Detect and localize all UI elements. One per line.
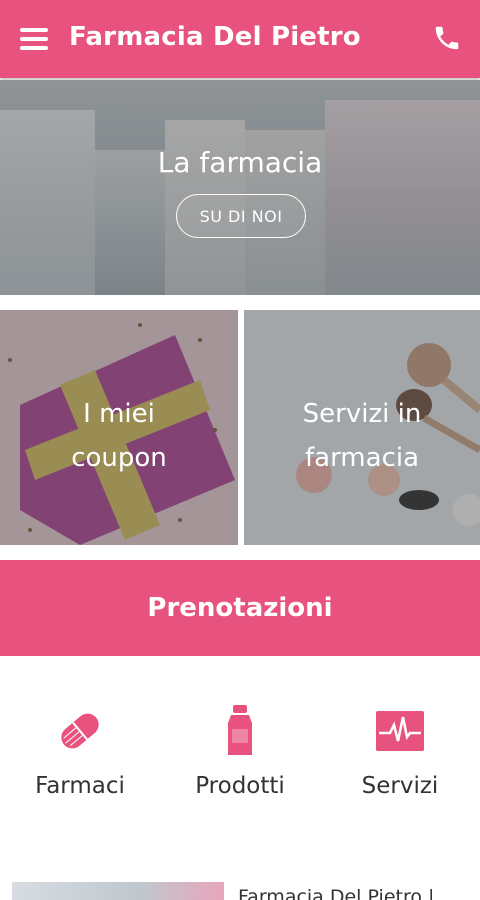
services-label-line2: farmacia — [304, 443, 420, 473]
pill-icon — [15, 705, 145, 757]
bookings-button[interactable]: Prenotazioni — [0, 560, 480, 656]
phone-icon[interactable] — [432, 22, 462, 54]
services-tile-label: Servizi in farmacia — [244, 392, 480, 480]
coupon-tile-label: I miei coupon — [0, 392, 238, 480]
news-card[interactable]: Farmacia Del Pietro | — [12, 882, 468, 900]
hamburger-menu-icon[interactable] — [20, 28, 48, 50]
category-farmaci[interactable]: Farmaci — [15, 705, 145, 799]
app-title: Farmacia Del Pietro — [69, 22, 361, 52]
news-thumbnail — [12, 882, 224, 900]
coupon-label-line1: I miei — [83, 399, 155, 429]
category-label: Servizi — [361, 773, 439, 799]
hero-title: La farmacia — [157, 146, 323, 179]
category-servizi[interactable]: Servizi — [335, 705, 465, 799]
category-label: Farmaci — [35, 773, 125, 799]
news-title: Farmacia Del Pietro | — [238, 886, 435, 900]
services-label-line1: Servizi in — [302, 399, 422, 429]
hero-banner[interactable]: La farmacia SU DI NOI — [0, 80, 480, 295]
category-prodotti[interactable]: Prodotti — [175, 705, 305, 799]
services-tile[interactable]: Servizi in farmacia — [244, 310, 480, 545]
app-bar: Farmacia Del Pietro — [0, 0, 480, 78]
coupon-label-line2: coupon — [71, 443, 167, 473]
hero-overlay — [0, 80, 480, 295]
coupon-tile[interactable]: I miei coupon — [0, 310, 238, 545]
about-us-button[interactable]: SU DI NOI — [176, 194, 306, 238]
heartbeat-monitor-icon — [335, 705, 465, 757]
category-label: Prodotti — [195, 773, 285, 799]
bottle-icon — [175, 705, 305, 757]
